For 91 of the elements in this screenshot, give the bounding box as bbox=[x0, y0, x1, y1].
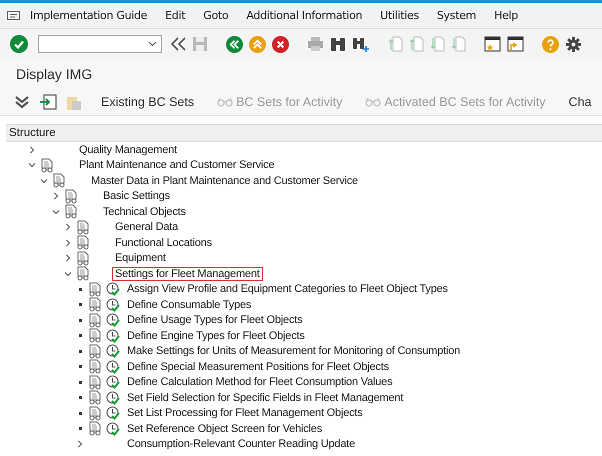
bullet-icon bbox=[79, 318, 82, 322]
tree-item[interactable]: Define Usage Types for Fleet Objects bbox=[124, 313, 306, 328]
tree-item[interactable]: Define Calculation Method for Fleet Consumption Values bbox=[124, 375, 396, 390]
tree-item[interactable]: Settings for Fleet Management bbox=[112, 266, 263, 281]
document-glasses-icon[interactable] bbox=[88, 282, 102, 297]
document-glasses-icon[interactable] bbox=[76, 266, 90, 282]
tree-item[interactable]: Assign View Profile and Equipment Categories to Fleet Object Types bbox=[124, 282, 451, 296]
bullet-icon bbox=[79, 303, 82, 306]
bullet-icon bbox=[79, 380, 82, 384]
clock-check-icon[interactable] bbox=[106, 406, 120, 420]
back-icon[interactable] bbox=[226, 36, 243, 52]
tree-item[interactable]: Technical Objects bbox=[100, 204, 189, 219]
menu-item[interactable]: Additional Information bbox=[246, 9, 362, 22]
double-chevron-down-icon[interactable] bbox=[14, 95, 30, 109]
tree-item[interactable]: General Data bbox=[112, 220, 182, 234]
chevron-icon[interactable] bbox=[52, 192, 60, 200]
tree-item[interactable]: Define Special Measurement Positions for Fleet Objects bbox=[124, 360, 392, 374]
cancel-icon[interactable] bbox=[272, 36, 289, 52]
double-chevron-icon[interactable] bbox=[170, 36, 186, 52]
document-glasses-icon[interactable] bbox=[88, 328, 102, 344]
document-glasses-icon[interactable] bbox=[88, 312, 102, 328]
bullet-icon bbox=[79, 427, 82, 430]
document-glasses-icon[interactable] bbox=[88, 359, 102, 374]
tree-item[interactable]: Define Engine Types for Fleet Objects bbox=[124, 328, 308, 343]
document-glasses-icon[interactable] bbox=[64, 188, 78, 204]
clock-check-icon[interactable] bbox=[106, 282, 120, 296]
chevron-icon[interactable] bbox=[64, 238, 72, 247]
bullet-icon bbox=[79, 365, 82, 368]
bullet-icon bbox=[79, 334, 82, 338]
bullet-icon bbox=[79, 288, 82, 291]
check-icon[interactable] bbox=[10, 35, 28, 53]
document-glasses-icon[interactable] bbox=[88, 421, 102, 436]
toolbar-button[interactable]: Cha bbox=[564, 95, 596, 109]
menu-item[interactable]: Goto bbox=[203, 9, 228, 22]
tree-item[interactable]: Master Data in Plant Maintenance and Customer Service bbox=[88, 174, 361, 188]
menu-item[interactable]: Utilities bbox=[380, 9, 419, 22]
tree-item[interactable]: Plant Maintenance and Customer Service bbox=[76, 158, 278, 172]
document-glasses-icon[interactable] bbox=[88, 374, 102, 390]
tree-item[interactable]: Set Field Selection for Specific Fields in Fleet Management bbox=[124, 390, 406, 405]
tree-item[interactable]: Quality Management bbox=[76, 142, 180, 157]
tree-item[interactable]: Set List Processing for Fleet Management Objects bbox=[124, 406, 366, 420]
document-glasses-icon[interactable] bbox=[88, 344, 102, 359]
chevron-icon[interactable] bbox=[28, 161, 36, 170]
clock-check-icon[interactable] bbox=[106, 422, 120, 436]
tree-item[interactable]: Functional Locations bbox=[112, 236, 215, 250]
menu-icon[interactable] bbox=[7, 10, 21, 20]
import-icon[interactable] bbox=[39, 94, 57, 110]
clock-check-icon[interactable] bbox=[106, 360, 120, 374]
bullet-icon bbox=[79, 350, 82, 353]
chevron-icon[interactable] bbox=[52, 208, 60, 216]
tree-item[interactable]: Consumption-Relevant Counter Reading Update bbox=[124, 437, 358, 452]
clock-check-icon[interactable] bbox=[106, 298, 120, 312]
tree-item[interactable]: Define Consumable Types bbox=[124, 298, 254, 312]
bullet-icon bbox=[79, 412, 82, 415]
settings-icon[interactable] bbox=[565, 36, 582, 52]
chevron-icon[interactable] bbox=[64, 270, 72, 278]
glasses-icon bbox=[217, 97, 234, 107]
chevron-icon[interactable] bbox=[64, 223, 72, 232]
clock-check-icon[interactable] bbox=[106, 313, 120, 328]
document-glasses-icon[interactable] bbox=[64, 204, 78, 220]
tree-item[interactable]: Equipment bbox=[112, 251, 169, 266]
clock-check-icon[interactable] bbox=[106, 390, 120, 405]
column-header: Structure bbox=[9, 127, 56, 139]
document-glasses-icon[interactable] bbox=[76, 235, 90, 250]
document-glasses-icon[interactable] bbox=[76, 250, 90, 266]
document-glasses-icon[interactable] bbox=[88, 390, 102, 406]
document-glasses-icon[interactable] bbox=[40, 158, 54, 173]
clock-check-icon[interactable] bbox=[106, 375, 120, 390]
menu-item[interactable]: Implementation Guide bbox=[30, 9, 148, 22]
document-glasses-icon[interactable] bbox=[52, 173, 66, 188]
toolbar-button[interactable]: Existing BC Sets bbox=[97, 95, 198, 109]
clock-check-icon[interactable] bbox=[106, 328, 120, 343]
clock-check-icon[interactable] bbox=[106, 344, 120, 358]
document-glasses-icon[interactable] bbox=[88, 297, 102, 312]
document-glasses-icon[interactable] bbox=[76, 220, 90, 235]
tree-item[interactable]: Make Settings for Units of Measurement for Monitoring of Consumption bbox=[124, 344, 464, 358]
tree-item[interactable]: Set Reference Object Screen for Vehicles bbox=[124, 422, 325, 436]
bullet-icon bbox=[79, 396, 82, 400]
tree-item[interactable]: Basic Settings bbox=[100, 189, 173, 204]
menu-item[interactable]: Help bbox=[494, 9, 518, 22]
glasses-icon bbox=[365, 97, 382, 107]
chevron-icon[interactable] bbox=[40, 176, 48, 185]
menu-item[interactable]: System bbox=[436, 9, 476, 22]
document-glasses-icon[interactable] bbox=[88, 406, 102, 421]
menu-item[interactable]: Edit bbox=[165, 9, 186, 22]
command-field[interactable] bbox=[38, 35, 162, 53]
caret-icon[interactable] bbox=[148, 41, 157, 47]
chevron-icon[interactable] bbox=[64, 254, 72, 262]
chevron-icon[interactable] bbox=[28, 146, 36, 154]
screen-title: Display IMG bbox=[16, 66, 92, 82]
chevron-icon[interactable] bbox=[76, 440, 84, 448]
